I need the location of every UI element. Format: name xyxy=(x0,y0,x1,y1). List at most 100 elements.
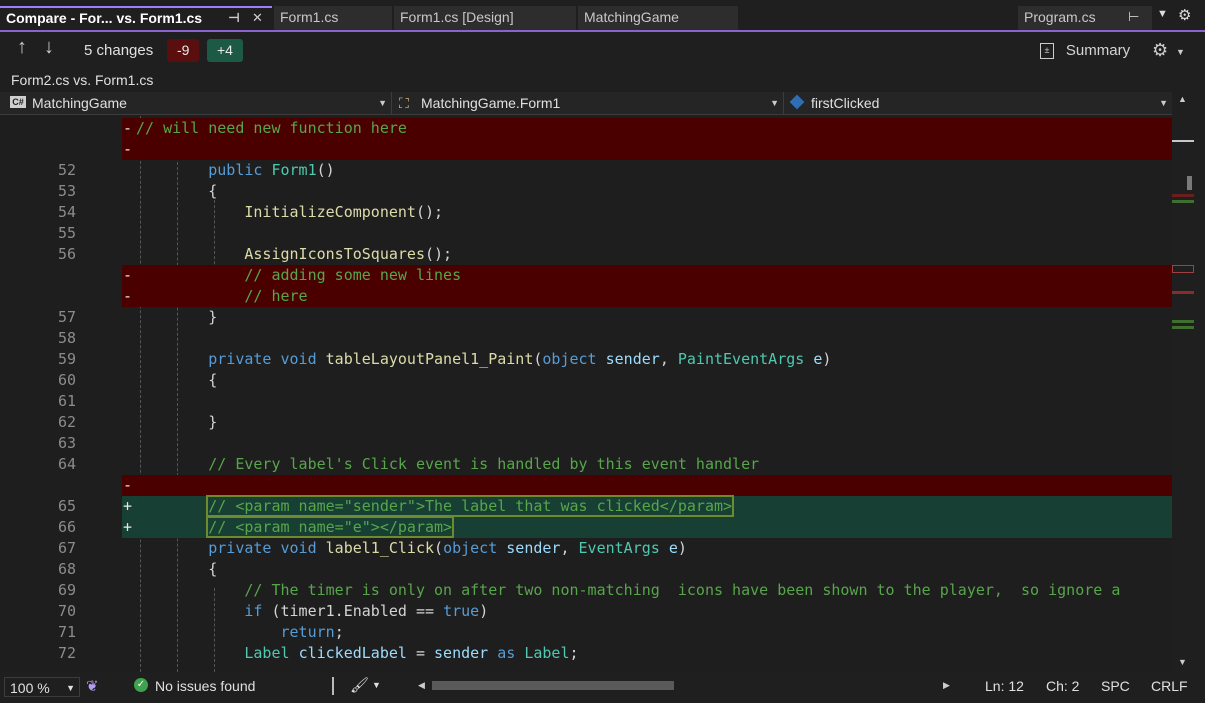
code-line[interactable]: 63 xyxy=(0,433,1172,454)
code-editor[interactable]: -// will need new function here -52 publi… xyxy=(0,116,1172,672)
code-text: InitializeComponent(); xyxy=(244,203,444,221)
deleted-code-line[interactable]: - // here xyxy=(0,286,1172,307)
code-text: private void tableLayoutPanel1_Paint(obj… xyxy=(208,350,832,368)
code-line[interactable]: 67 private void label1_Click(object send… xyxy=(0,538,1172,559)
added-code-line[interactable]: 66 + // <param name="e"></param> xyxy=(0,516,1172,538)
previous-change-arrow-icon[interactable]: ↑ xyxy=(17,36,27,59)
checkmark-icon: ✓ xyxy=(134,678,148,692)
code-line[interactable]: 58 xyxy=(0,328,1172,349)
code-text: } xyxy=(136,413,218,431)
tab-form1-cs[interactable]: Form1.cs xyxy=(274,6,392,30)
pin-icon[interactable]: ⊣ xyxy=(228,8,240,28)
summary-button[interactable]: ± Summary xyxy=(1040,38,1130,62)
next-change-arrow-icon[interactable]: ↓ xyxy=(44,36,54,59)
code-line[interactable]: 68 { xyxy=(0,559,1172,580)
pin-icon[interactable]: ⊢ xyxy=(1128,6,1139,28)
scroll-up-arrow-icon[interactable]: ▲ xyxy=(1178,94,1187,104)
code-line[interactable]: 69 // The timer is only on after two non… xyxy=(0,580,1172,601)
member-name: firstClicked xyxy=(811,95,880,111)
code-line[interactable]: 62 } xyxy=(0,412,1172,433)
code-text: { xyxy=(136,182,218,200)
code-text: // adding some new lines xyxy=(244,266,462,284)
code-line[interactable]: 70 if (timer1.Enabled == true) xyxy=(0,601,1172,622)
code-cleanup-brush-icon[interactable]: 🖌 xyxy=(350,676,369,694)
code-line[interactable]: 61 xyxy=(0,391,1172,412)
status-bar: 100 % ▼ ❦ ✓ No issues found 🖌 ▼ ◀ ▶ Ln: … xyxy=(0,673,1205,703)
line-number: 64 xyxy=(57,455,76,473)
type-dropdown[interactable]: ⛶ MatchingGame.Form1 ▼ xyxy=(394,92,784,114)
tab-form1-design[interactable]: Form1.cs [Design] xyxy=(394,6,576,30)
chevron-down-icon: ▼ xyxy=(770,98,779,108)
added-change-marker xyxy=(1172,200,1194,203)
tab-matchinggame[interactable]: MatchingGame xyxy=(578,6,738,30)
code-text: Label clickedLabel = sender as Label; xyxy=(244,644,579,662)
deleted-code-line[interactable]: - // adding some new lines xyxy=(0,265,1172,286)
tab-program-cs[interactable]: Program.cs ⊢ xyxy=(1018,6,1152,30)
tab-list-dropdown-icon[interactable]: ▼ xyxy=(1157,8,1168,20)
vertical-scrollbar[interactable]: ▲ ▼ xyxy=(1172,92,1194,672)
code-text: AssignIconsToSquares(); xyxy=(244,245,453,263)
code-line[interactable]: 53 { xyxy=(0,181,1172,202)
code-line[interactable]: 57 } xyxy=(0,307,1172,328)
horizontal-scroll-thumb[interactable] xyxy=(432,681,674,690)
compare-options-button[interactable]: ⚙ ▼ xyxy=(1152,38,1185,62)
zoom-dropdown[interactable]: 100 % ▼ xyxy=(4,677,80,697)
code-text: public Form1() xyxy=(208,161,335,179)
code-text: // Every label's Click event is handled … xyxy=(208,455,760,473)
deleted-code-line[interactable]: - xyxy=(0,475,1172,496)
scroll-left-arrow-icon[interactable]: ◀ xyxy=(418,680,425,691)
code-text: { xyxy=(136,560,218,578)
added-change-marker xyxy=(1172,320,1194,323)
scroll-thumb[interactable] xyxy=(1187,176,1192,190)
code-line[interactable]: 59 private void tableLayoutPanel1_Paint(… xyxy=(0,349,1172,370)
code-line[interactable]: 54 InitializeComponent(); xyxy=(0,202,1172,223)
code-line[interactable]: 64 // Every label's Click event is handl… xyxy=(0,454,1172,475)
member-dropdown[interactable]: firstClicked ▼ xyxy=(786,92,1172,114)
code-line[interactable]: 55 xyxy=(0,223,1172,244)
line-number-status[interactable]: Ln: 12 xyxy=(985,678,1024,694)
line-ending-status[interactable]: CRLF xyxy=(1151,678,1188,694)
tab-compare[interactable]: Compare - For... vs. Form1.cs ⊣ ✕ xyxy=(0,6,272,30)
close-icon[interactable]: ✕ xyxy=(252,8,263,28)
caret-position-marker xyxy=(1172,140,1194,142)
project-dropdown[interactable]: C# MatchingGame ▼ xyxy=(0,92,392,114)
line-number: 63 xyxy=(57,434,76,452)
line-number: 65 xyxy=(57,497,76,515)
added-code-line[interactable]: 65 + // <param name="sender">The label th… xyxy=(0,495,1172,517)
divider xyxy=(332,677,334,695)
issues-status[interactable]: No issues found xyxy=(155,678,255,694)
whitespace-mode-status[interactable]: SPC xyxy=(1101,678,1130,694)
code-text: } xyxy=(136,308,218,326)
deleted-code-line[interactable]: - xyxy=(0,139,1172,160)
code-text: private void label1_Click(object sender,… xyxy=(208,539,687,557)
char-position-status[interactable]: Ch: 2 xyxy=(1046,678,1079,694)
added-line-marker: + xyxy=(123,518,133,536)
code-text: // <param name="e"></param> xyxy=(206,516,455,538)
line-number: 71 xyxy=(57,623,76,641)
deleted-code-line[interactable]: -// will need new function here xyxy=(0,118,1172,139)
csharp-project-icon: C# xyxy=(10,96,26,108)
code-text: { xyxy=(136,371,218,389)
copilot-icon[interactable]: ❦ xyxy=(86,677,99,695)
removed-line-marker: - xyxy=(123,287,133,305)
code-line[interactable]: 56 AssignIconsToSquares(); xyxy=(0,244,1172,265)
code-text: // <param name="sender">The label that w… xyxy=(206,495,735,517)
navigation-bar: C# MatchingGame ▼ ⛶ MatchingGame.Form1 ▼… xyxy=(0,92,1172,115)
added-line-marker: + xyxy=(123,497,133,515)
chevron-down-icon[interactable]: ▼ xyxy=(372,680,381,690)
gear-icon: ⚙ xyxy=(1152,40,1169,60)
deleted-change-marker xyxy=(1172,291,1194,294)
project-name: MatchingGame xyxy=(32,95,127,111)
settings-gear-icon[interactable]: ⚙ xyxy=(1178,6,1191,24)
code-line[interactable]: 52 public Form1() xyxy=(0,160,1172,181)
scroll-right-arrow-icon[interactable]: ▶ xyxy=(943,680,950,691)
code-line[interactable]: 60 { xyxy=(0,370,1172,391)
line-number: 61 xyxy=(57,392,76,410)
changes-count: 5 changes xyxy=(84,42,154,59)
chevron-down-icon: ▼ xyxy=(1176,47,1185,58)
added-lines-badge: +4 xyxy=(207,39,243,62)
scroll-down-arrow-icon[interactable]: ▼ xyxy=(1178,657,1187,667)
active-tab-underline xyxy=(0,30,1205,32)
code-line[interactable]: 71 return; xyxy=(0,622,1172,643)
code-line[interactable]: 72 Label clickedLabel = sender as Label; xyxy=(0,643,1172,664)
